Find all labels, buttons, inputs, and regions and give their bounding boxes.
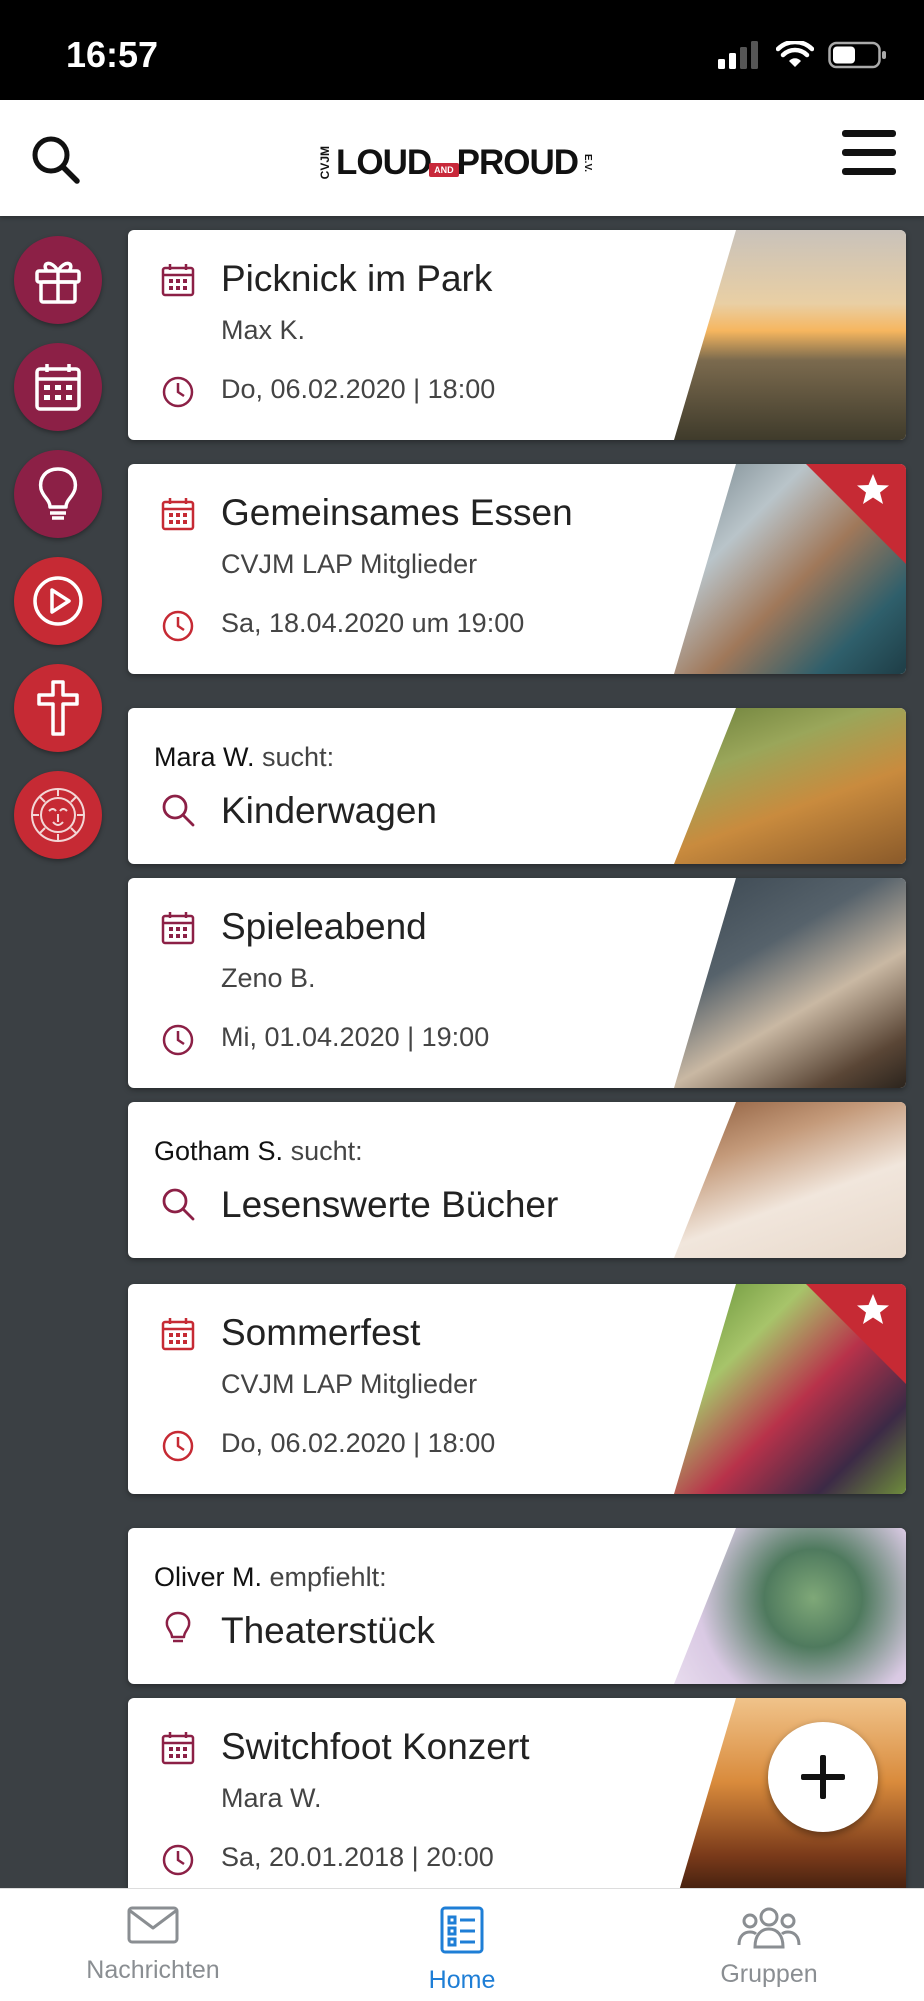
search-author-line: Mara W. sucht: xyxy=(154,742,334,773)
recommend-author: Oliver M. xyxy=(154,1562,262,1592)
tab-label: Home xyxy=(428,1966,496,1994)
event-organizer: Max K. xyxy=(221,315,306,345)
wifi-icon xyxy=(776,41,814,67)
event-date: Sa, 20.01.2018 | 20:00 xyxy=(221,1842,494,1872)
search-verb: sucht: xyxy=(290,1136,363,1166)
signal-icon xyxy=(718,41,758,69)
play-icon xyxy=(33,576,83,626)
lightbulb-icon xyxy=(38,467,78,520)
event-title: Sommerfest xyxy=(221,1312,421,1353)
status-icons xyxy=(718,40,888,70)
logo-loud: LOUD xyxy=(336,143,432,182)
recommend-title: Theaterstück xyxy=(221,1610,435,1651)
event-title: Gemeinsames Essen xyxy=(221,492,573,533)
recommend-image xyxy=(674,1528,906,1684)
clock-icon xyxy=(162,1024,194,1056)
search-icon xyxy=(162,1188,195,1221)
cross-icon xyxy=(37,680,79,736)
tab-label: Nachrichten xyxy=(86,1956,220,1984)
sidebar-gift-button[interactable] xyxy=(14,236,102,324)
event-date: Do, 06.02.2020 | 18:00 xyxy=(221,374,496,404)
event-image xyxy=(674,230,906,440)
group-icon xyxy=(737,1907,801,1949)
featured-star-badge xyxy=(806,464,906,564)
bottom-tab-bar: Nachrichten Home Gruppen xyxy=(0,1888,924,2001)
envelope-icon xyxy=(127,1906,179,1944)
status-time: 16:57 xyxy=(66,34,159,75)
search-icon xyxy=(162,794,195,827)
add-button[interactable] xyxy=(768,1722,878,1832)
calendar-icon xyxy=(161,912,195,945)
recommend-card[interactable]: Oliver M. empfiehlt: Theaterstück xyxy=(128,1528,906,1684)
event-card[interactable]: Picknick im Park Max K. Do, 06.02.2020 |… xyxy=(128,230,906,440)
event-card[interactable]: Spieleabend Zeno B. Mi, 01.04.2020 | 19:… xyxy=(128,878,906,1088)
event-date: Do, 06.02.2020 | 18:00 xyxy=(221,1428,496,1458)
recommend-author-line: Oliver M. empfiehlt: xyxy=(154,1562,387,1593)
event-date: Mi, 01.04.2020 | 19:00 xyxy=(221,1022,490,1052)
clock-icon xyxy=(162,376,194,408)
event-title: Picknick im Park xyxy=(221,258,493,299)
featured-star-badge xyxy=(806,1284,906,1384)
list-document-icon xyxy=(440,1906,484,1954)
event-organizer: CVJM LAP Mitglieder xyxy=(221,1369,478,1399)
event-date: Sa, 18.04.2020 um 19:00 xyxy=(221,608,525,638)
event-organizer: Mara W. xyxy=(221,1783,322,1813)
sidebar-video-button[interactable] xyxy=(14,557,102,645)
sidebar-lion-button[interactable] xyxy=(14,771,102,859)
logo-cvjm: CVJM xyxy=(318,146,332,180)
app-header: CVJM LOUD AND PROUD E.V. xyxy=(0,100,924,216)
tab-home[interactable]: Home xyxy=(362,1905,562,1995)
search-image xyxy=(674,1102,906,1258)
calendar-icon xyxy=(161,1732,195,1765)
category-sidebar xyxy=(14,236,102,878)
calendar-icon xyxy=(35,364,81,411)
logo-and: AND xyxy=(429,163,459,177)
logo-proud: PROUD xyxy=(456,143,579,182)
clock-icon xyxy=(162,1844,194,1876)
search-author: Gotham S. xyxy=(154,1136,284,1166)
search-verb: sucht: xyxy=(262,742,335,772)
event-organizer: Zeno B. xyxy=(221,963,316,993)
event-organizer: CVJM LAP Mitglieder xyxy=(221,549,478,579)
search-title: Lesenswerte Bücher xyxy=(221,1184,559,1225)
clock-icon xyxy=(162,1430,194,1462)
calendar-icon xyxy=(161,1318,195,1351)
event-card[interactable]: Sommerfest CVJM LAP Mitglieder Do, 06.02… xyxy=(128,1284,906,1494)
tab-nachrichten[interactable]: Nachrichten xyxy=(53,1905,253,1985)
lion-icon xyxy=(31,788,85,842)
search-card[interactable]: Gotham S. sucht: Lesenswerte Bücher xyxy=(128,1102,906,1258)
calendar-icon xyxy=(161,264,195,297)
gift-icon xyxy=(35,261,81,304)
tab-label: Gruppen xyxy=(720,1960,818,1988)
search-author-line: Gotham S. sucht: xyxy=(154,1136,363,1167)
search-image xyxy=(674,708,906,864)
search-author: Mara W. xyxy=(154,742,255,772)
recommend-verb: empfiehlt: xyxy=(269,1562,387,1592)
event-image xyxy=(674,878,906,1088)
event-title: Switchfoot Konzert xyxy=(221,1726,530,1767)
app-logo: CVJM LOUD AND PROUD E.V. xyxy=(318,140,593,186)
search-icon[interactable] xyxy=(30,134,80,184)
lightbulb-icon xyxy=(165,1611,191,1643)
hamburger-menu-icon[interactable] xyxy=(842,128,896,178)
sidebar-faith-button[interactable] xyxy=(14,664,102,752)
status-bar: 16:57 xyxy=(0,0,924,100)
clock-icon xyxy=(162,610,194,642)
calendar-icon xyxy=(161,498,195,531)
sidebar-idea-button[interactable] xyxy=(14,450,102,538)
plus-icon xyxy=(801,1755,845,1799)
search-title: Kinderwagen xyxy=(221,790,437,831)
tab-gruppen[interactable]: Gruppen xyxy=(669,1905,869,1989)
search-card[interactable]: Mara W. sucht: Kinderwagen xyxy=(128,708,906,864)
event-card[interactable]: Gemeinsames Essen CVJM LAP Mitglieder Sa… xyxy=(128,464,906,674)
battery-icon xyxy=(828,41,886,69)
event-title: Spieleabend xyxy=(221,906,427,947)
logo-ev: E.V. xyxy=(582,154,594,172)
sidebar-calendar-button[interactable] xyxy=(14,343,102,431)
